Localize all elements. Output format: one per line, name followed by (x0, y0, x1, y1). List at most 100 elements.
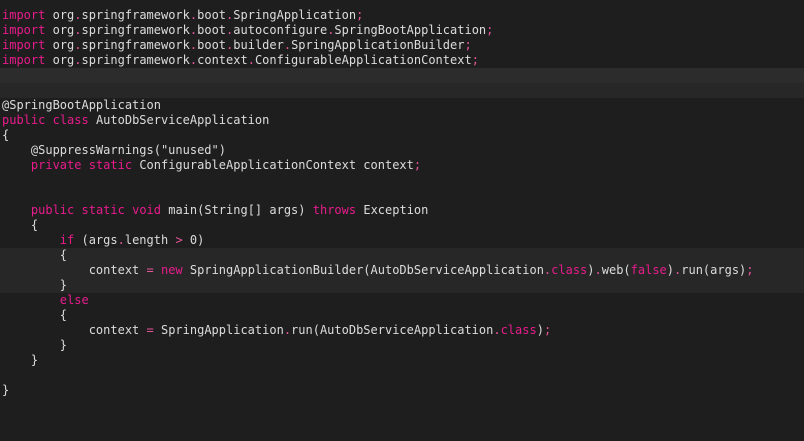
code-line[interactable]: else (0, 293, 804, 308)
code-token: springframework (81, 53, 190, 67)
code-token: org (52, 23, 75, 37)
operator-token: = (146, 323, 154, 337)
code-token: 0) (189, 233, 205, 247)
operator-token: . (594, 263, 602, 277)
operator-token: . (74, 53, 82, 67)
code-line[interactable] (0, 173, 804, 188)
code-token: @SuppressWarnings("unused") (30, 143, 226, 157)
code-token: { (2, 218, 39, 232)
operator-token: ; (464, 38, 472, 52)
operator-token: . (74, 8, 82, 22)
code-token: springframework (81, 23, 190, 37)
code-line[interactable]: import org.springframework.context.Confi… (0, 53, 804, 68)
operator-token: . (493, 323, 501, 337)
code-line[interactable]: @SpringBootApplication (0, 98, 804, 113)
code-token: ) (536, 323, 544, 337)
code-token: ConfigurableApplicationContext (139, 158, 357, 172)
code-line[interactable]: private static ConfigurableApplicationCo… (0, 158, 804, 173)
keyword-token: public (30, 203, 75, 217)
code-line[interactable] (0, 368, 804, 383)
operator-token: . (283, 323, 292, 337)
code-line[interactable]: { (0, 248, 804, 263)
code-token: @SpringBootApplication (2, 98, 161, 112)
code-token: } (2, 353, 39, 367)
code-token: ) (666, 263, 675, 277)
code-token: boot (197, 8, 227, 22)
code-line[interactable]: } (0, 383, 804, 398)
code-line[interactable]: context = new SpringApplicationBuilder(A… (0, 263, 804, 278)
code-token: autoconfigure (233, 23, 328, 37)
keyword-token: import (2, 23, 46, 37)
keyword-token: import (2, 38, 46, 52)
code-line[interactable] (0, 83, 804, 98)
code-token: context (363, 158, 414, 172)
operator-token: . (247, 53, 255, 67)
code-token: ) (587, 263, 595, 277)
code-editor[interactable]: import org.springframework.boot.SpringAp… (0, 0, 804, 441)
code-line[interactable]: } (0, 338, 804, 353)
code-token: } (2, 383, 10, 397)
code-token: springframework (81, 38, 190, 52)
code-line[interactable]: import org.springframework.boot.SpringAp… (0, 8, 804, 23)
keyword-token: class (500, 323, 537, 337)
operator-token: . (74, 23, 82, 37)
keyword-token: import (2, 53, 46, 67)
code-token: springframework (81, 8, 190, 22)
code-token: boot (197, 23, 227, 37)
operator-token: ; (543, 323, 552, 337)
operator-token: = (146, 263, 154, 277)
code-line[interactable]: } (0, 278, 804, 293)
code-token: org (52, 53, 75, 67)
code-line[interactable]: public class AutoDbServiceApplication (0, 113, 804, 128)
code-line[interactable] (0, 188, 804, 203)
code-line[interactable]: { (0, 128, 804, 143)
code-token: { (2, 308, 68, 322)
code-line[interactable]: { (0, 308, 804, 323)
code-token: context (88, 263, 140, 277)
code-token: boot (197, 38, 227, 52)
code-line[interactable] (0, 68, 804, 83)
code-token: web( (601, 263, 631, 277)
keyword-token: private (30, 158, 82, 172)
keyword-token: new (160, 263, 183, 277)
code-token: org (52, 38, 75, 52)
code-token: SpringApplicationBuilder(AutoDbServiceAp… (189, 263, 544, 277)
code-line[interactable]: import org.springframework.boot.builder.… (0, 38, 804, 53)
code-line[interactable]: public static void main(String[] args) t… (0, 203, 804, 218)
code-token: } (2, 338, 68, 352)
code-token: SpringApplication (233, 8, 357, 22)
code-token: AutoDbServiceApplication (95, 113, 270, 127)
code-token: main(String[] args) (168, 203, 306, 217)
code-token: { (2, 248, 68, 262)
code-line[interactable]: { (0, 218, 804, 233)
code-line[interactable]: context = SpringApplication.run(AutoDbSe… (0, 323, 804, 338)
code-token: { (2, 128, 10, 142)
code-line[interactable]: if (args.length > 0) (0, 233, 804, 248)
code-token: ConfigurableApplicationContext (254, 53, 472, 67)
operator-token: . (74, 38, 82, 52)
code-line[interactable]: @SuppressWarnings("unused") (0, 143, 804, 158)
operator-token: ; (746, 263, 754, 277)
code-line[interactable]: import org.springframework.boot.autoconf… (0, 23, 804, 38)
code-token: context (88, 323, 140, 337)
keyword-token: class (551, 263, 588, 277)
keyword-token: static (81, 203, 125, 217)
code-line[interactable]: } (0, 353, 804, 368)
